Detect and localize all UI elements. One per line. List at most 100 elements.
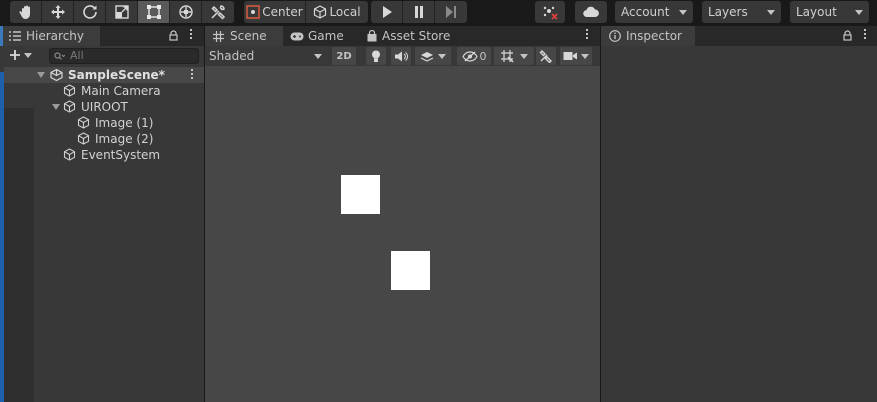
play-button[interactable]: [371, 1, 403, 23]
chevron-down-icon: [767, 9, 775, 15]
local-cube-icon: [314, 5, 327, 19]
tab-hierarchy[interactable]: Hierarchy: [3, 26, 100, 46]
move-icon: [50, 5, 65, 19]
gameobject-cube-icon: [63, 100, 76, 113]
pause-button[interactable]: [403, 1, 435, 23]
scene-grid-icon: [213, 30, 224, 42]
hidden-count: 0: [479, 49, 487, 63]
gameobject-cube-icon: [77, 132, 90, 145]
chevron-down-icon: [855, 9, 863, 15]
step-button[interactable]: [435, 1, 467, 23]
collab-button[interactable]: [535, 1, 565, 23]
layers-dropdown[interactable]: Layers: [702, 1, 781, 23]
expand-arrow-icon[interactable]: [52, 104, 60, 110]
gameobject-cube-icon: [77, 116, 90, 129]
transform-tool-button[interactable]: [170, 1, 202, 23]
hierarchy-row-image-2[interactable]: Image (2): [4, 131, 204, 147]
handle-position-group: Center Local: [244, 1, 368, 23]
hierarchy-row-label: Image (1): [95, 116, 154, 130]
effects-dropdown[interactable]: [415, 47, 451, 65]
more-options-icon[interactable]: [585, 29, 589, 41]
pause-icon: [414, 6, 423, 18]
cloud-button[interactable]: [575, 1, 607, 23]
custom-tool-button[interactable]: [202, 1, 234, 23]
tab-asset-store-label: Asset Store: [382, 29, 451, 43]
gameobject-cube-icon: [63, 84, 76, 97]
hierarchy-row-samplescene[interactable]: SampleScene*: [4, 67, 204, 83]
image-1-sprite[interactable]: [341, 175, 380, 214]
hidden-eye-icon: [461, 50, 478, 62]
scale-icon: [114, 5, 129, 19]
tab-game[interactable]: Game: [290, 26, 360, 46]
create-dropdown[interactable]: [9, 49, 32, 61]
hierarchy-row-uiroot[interactable]: UIROOT: [4, 99, 204, 115]
shading-mode-dropdown[interactable]: Shaded: [205, 46, 327, 66]
hierarchy-row-main-camera[interactable]: Main Camera: [4, 83, 204, 99]
scene-options-icon[interactable]: [190, 69, 194, 81]
rotate-icon: [82, 5, 97, 19]
collab-group: [535, 1, 565, 23]
space-local-toggle[interactable]: Local: [306, 1, 368, 23]
chevron-down-icon: [438, 53, 446, 59]
shopping-bag-icon: [367, 30, 377, 42]
chevron-down-icon: [520, 53, 528, 59]
hierarchy-panel: Hierarchy All SampleScene* Main Camera U…: [0, 26, 204, 402]
tab-asset-store[interactable]: Asset Store: [367, 26, 467, 46]
audio-toggle[interactable]: [391, 47, 411, 65]
tab-scene[interactable]: Scene: [205, 26, 283, 46]
search-icon: [54, 52, 65, 60]
scene-viewport[interactable]: [205, 66, 600, 402]
rect-tool-button[interactable]: [138, 1, 170, 23]
more-options-icon[interactable]: [189, 29, 193, 41]
hierarchy-toolbar: All: [4, 46, 204, 66]
more-options-icon[interactable]: [863, 29, 867, 41]
lock-icon[interactable]: [169, 30, 178, 41]
image-2-sprite[interactable]: [391, 251, 430, 290]
gizmo-tools-button[interactable]: [536, 47, 556, 65]
chevron-down-icon: [314, 53, 322, 59]
inspector-panel: Inspector: [601, 26, 877, 402]
search-placeholder: All: [70, 49, 84, 62]
gameobject-cube-icon: [63, 148, 76, 161]
cloud-icon: [583, 6, 599, 18]
hierarchy-row-eventsystem[interactable]: EventSystem: [4, 147, 204, 163]
hierarchy-row-label: Image (2): [95, 132, 154, 146]
2d-mode-toggle[interactable]: 2D: [332, 47, 356, 65]
hierarchy-row-label: EventSystem: [81, 148, 161, 162]
lightbulb-icon: [372, 50, 380, 62]
speaker-icon: [394, 51, 408, 61]
pivot-center-toggle[interactable]: Center: [244, 1, 306, 23]
transform-icon: [178, 5, 193, 19]
account-dropdown[interactable]: Account: [615, 1, 693, 23]
scene-tabbar: Scene Game Asset Store: [205, 26, 600, 46]
unity-logo-icon: [50, 69, 63, 81]
2d-mode-label: 2D: [336, 50, 352, 62]
tab-inspector[interactable]: Inspector: [601, 26, 695, 46]
pivot-center-label: Center: [262, 5, 303, 19]
tab-hierarchy-label: Hierarchy: [26, 29, 85, 43]
plus-icon: [10, 50, 20, 60]
grid-snap-dropdown[interactable]: [494, 47, 534, 65]
rotate-tool-button[interactable]: [74, 1, 106, 23]
shading-mode-label: Shaded: [209, 49, 255, 63]
cloud-group: [575, 1, 607, 23]
hierarchy-row-image-1[interactable]: Image (1): [4, 115, 204, 131]
tools-icon: [539, 50, 552, 63]
camera-settings-dropdown[interactable]: [560, 47, 592, 65]
hierarchy-search-input[interactable]: All: [49, 48, 199, 64]
lighting-toggle[interactable]: [366, 47, 386, 65]
scene-toolbar: Shaded 2D 0: [205, 46, 600, 66]
scale-tool-button[interactable]: [106, 1, 138, 23]
main-toolbar: Center Local Account Layers Layout: [0, 0, 877, 26]
hand-tool-button[interactable]: [10, 1, 42, 23]
hierarchy-row-label: UIROOT: [81, 100, 128, 114]
move-tool-button[interactable]: [42, 1, 74, 23]
expand-arrow-icon[interactable]: [37, 72, 45, 78]
tools-icon: [211, 5, 226, 20]
effects-layers-icon: [420, 52, 434, 62]
layout-dropdown[interactable]: Layout: [790, 1, 869, 23]
scene-visibility-toggle[interactable]: 0: [457, 47, 491, 65]
hierarchy-tabbar: Hierarchy: [0, 26, 204, 46]
lock-icon[interactable]: [843, 30, 852, 41]
info-icon: [609, 30, 621, 42]
